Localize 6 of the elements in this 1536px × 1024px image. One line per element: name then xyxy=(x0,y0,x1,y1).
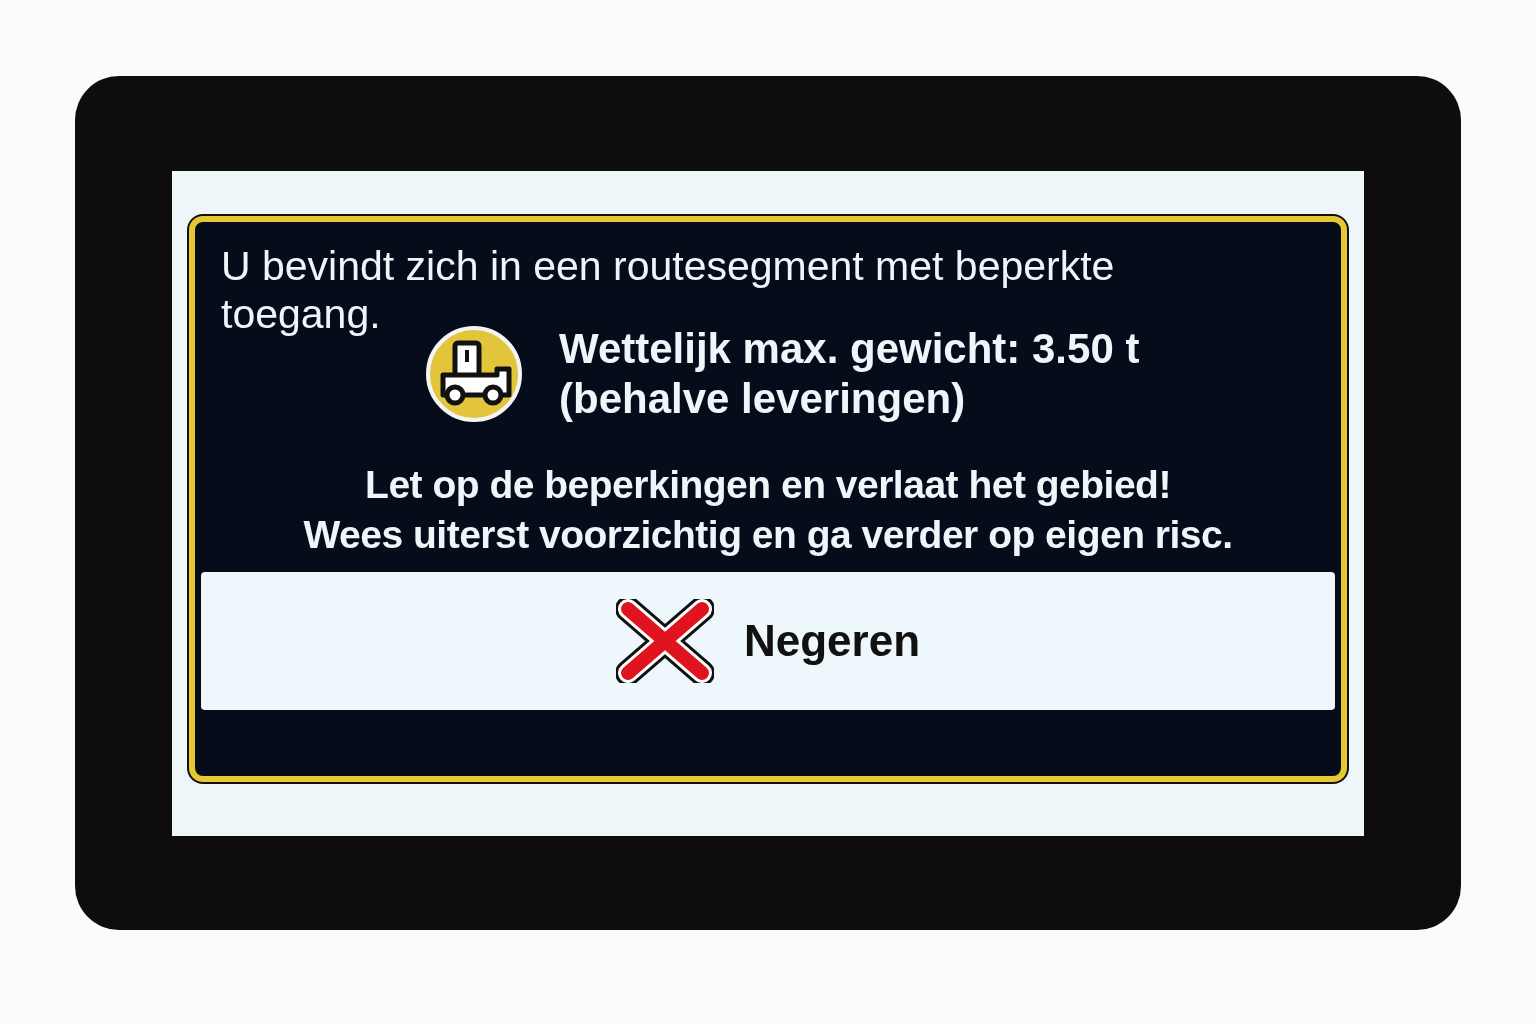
ignore-button[interactable]: Negeren xyxy=(201,571,1335,710)
restriction-text: (behalve leveringen) xyxy=(559,373,967,424)
close-icon xyxy=(615,598,714,683)
warning-text: Wees uiterst voorzichtig en ga verder op eigen risc. xyxy=(303,511,1233,558)
truck-icon xyxy=(425,324,523,423)
warning-text: Let op de beperkingen en verlaat het gebied! xyxy=(365,461,1171,508)
